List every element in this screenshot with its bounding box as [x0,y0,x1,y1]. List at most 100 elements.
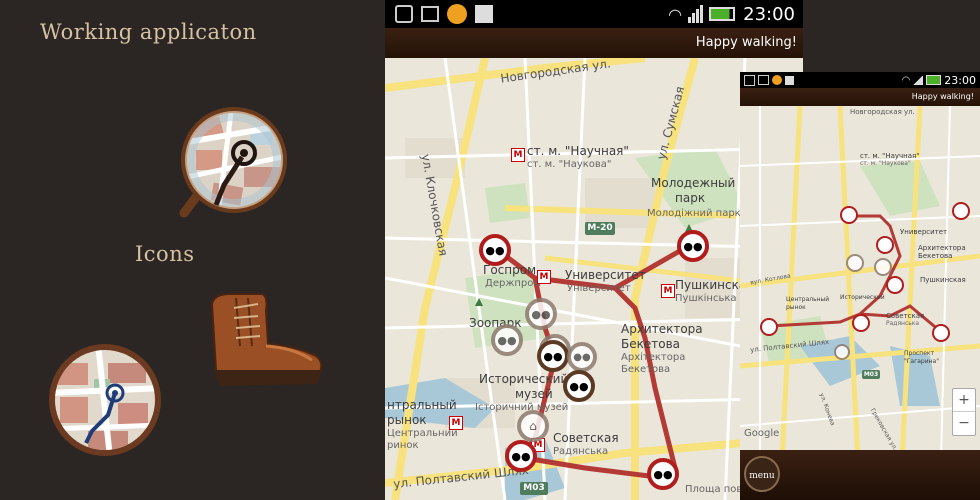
sight-pin-binoculars[interactable] [886,276,904,294]
app-notification-icon [772,75,782,85]
play-store-icon [475,5,493,23]
app-notification-icon [447,4,467,24]
gallery-icon [758,75,769,85]
metro-icon: М [511,148,525,162]
working-application-heading: Working applicaton [40,20,257,44]
status-bar: ◠ 23:00 [740,72,980,88]
highway-m03: М03 [520,482,548,495]
zoom-in-button[interactable]: + [953,389,975,412]
map-location-icon [48,343,163,458]
map-view[interactable]: Новгородская ул. ст. м. "Научная" ст. м.… [740,106,980,500]
sight-pin-binoculars[interactable] [834,344,850,360]
label-naukova-ru: ст. м. "Научная" [860,152,920,160]
app-header: Happy walking! [740,88,980,106]
sight-pin-binoculars[interactable]: ●● [563,370,595,402]
label-molodezhny-ua: Молодіжний парк [647,208,741,219]
google-logo: Google [744,428,780,439]
sight-pin-binoculars[interactable] [876,236,894,254]
label-naukova-ru: ст. м. "Научная" [527,144,629,158]
sight-pin-binoculars[interactable]: ●● [525,298,557,330]
icons-heading: Icons [135,242,195,266]
label-naukova-ua: ст. м. "Наукова" [527,159,612,170]
sight-pin-binoculars[interactable] [932,324,950,342]
sight-pin-binoculars[interactable] [846,254,864,272]
binoculars-icon: ●● [485,243,505,257]
label-tsentralny-ru-1: нтральный [387,398,457,412]
battery-icon [709,7,736,21]
sight-pin-binoculars[interactable] [840,206,858,224]
label-sovetska-ru: Советская [553,431,619,445]
battery-icon [926,75,942,85]
binoculars-icon: ●● [683,239,703,253]
street-label-novgorodska: Новгородская ул. [850,108,915,116]
label-arkhitektora-ru-2: Бекетова [621,337,681,351]
sight-pin-binoculars[interactable]: ●● [505,440,537,472]
binoculars-icon: ●● [531,307,551,321]
calendar-icon [395,5,413,23]
label-arkhitektora: Архитектора [918,244,966,252]
play-store-icon [785,75,794,85]
label-park-ru: парк [675,191,706,205]
sight-pin-binoculars[interactable] [952,202,970,220]
sight-pin-binoculars[interactable] [874,258,892,276]
sight-pin-binoculars[interactable]: ●● [479,234,511,266]
label-radyanska: Радянська [886,320,920,327]
label-derzhprom: Держпром [485,278,541,289]
label-universitet-ru: Университет [565,268,646,282]
calendar-icon [744,74,755,86]
label-tsentralny-ua-1: Центральний [387,428,458,439]
label-pushkinska: Пушкинская [920,276,966,284]
label-tsentralny-ua-2: ринок [387,440,419,451]
sight-pin-binoculars[interactable]: ●● [647,458,679,490]
metro-icon: М [661,284,675,298]
binoculars-icon: ●● [511,449,531,463]
label-pushkinska-ua: Пушкінська [675,293,737,304]
label-prospekt: Проспект [904,350,935,357]
label-arkhitektora-ua-2: Бекетова [621,364,671,375]
label-istorichny-ru-1: Исторический [479,372,569,386]
label-istorichny: Исторический [840,294,885,301]
highway-m03: М03 [862,370,880,379]
label-universitet: Университет [900,228,948,236]
sight-pin-binoculars[interactable]: ●● [677,230,709,262]
label-naukova-ua: ст. м. "Наукова" [860,160,911,167]
phone-small-screen: ◠ 23:00 Happy walking! Новгородская ул. [740,72,980,500]
label-istorichny-ru-2: музей [515,387,553,401]
label-gagarina: "Гагарина" [904,358,939,365]
label-sovetska: Советская [886,312,925,320]
sight-pin-binoculars[interactable] [760,318,778,336]
label-istorichny-ua: Історичний музей [475,402,569,413]
zoom-controls: + − [952,388,976,436]
highway-m20: М-20 [585,222,615,235]
label-arkhitektora-ua-1: Архітектора [621,352,686,363]
sight-pin-museum[interactable]: ⌂ [517,410,549,442]
app-header: Happy walking! [385,28,803,58]
binoculars-icon: ●● [573,351,591,363]
status-time: 23:00 [743,3,795,25]
label-molodezhny-ru: Молодежный [651,176,736,190]
sight-pin-binoculars[interactable]: ●● [537,340,569,372]
signal-icon [913,75,924,85]
label-radyanska-ua: Радянська [553,446,609,457]
magnifier-map-icon [172,105,296,223]
signal-icon [688,5,704,23]
metro-icon: М [449,416,463,430]
museum-icon: ⌂ [529,419,537,433]
sight-pin-binoculars[interactable]: ●● [567,342,597,372]
binoculars-icon: ●● [569,379,589,393]
wifi-icon: ◠ [668,4,683,24]
gallery-icon [421,6,439,22]
menu-button[interactable]: menu [744,456,780,492]
tree-icon [475,298,483,306]
zoom-out-button[interactable]: − [953,412,975,434]
label-tsentralny-ru-2: рынок [387,413,427,427]
label-arkhitektora-ru-1: Архитектора [621,322,703,336]
sight-pin-binoculars[interactable] [852,314,870,332]
boot-icon [206,290,326,390]
sight-pin-binoculars[interactable]: ●● [491,324,523,356]
app-header-title: Happy walking! [911,92,974,101]
label-rynok: рынок [786,304,806,311]
wifi-icon: ◠ [901,74,911,86]
status-time: 23:00 [944,73,976,87]
binoculars-icon: ●● [543,349,563,363]
